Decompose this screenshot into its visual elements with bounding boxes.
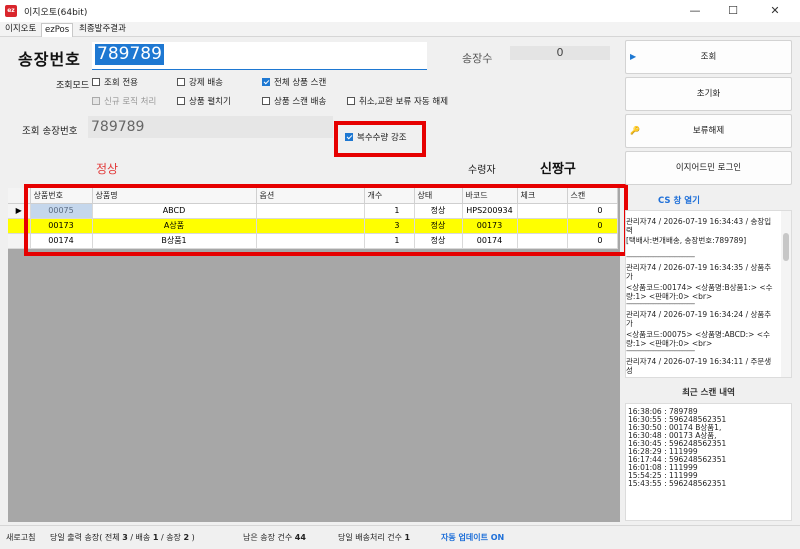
app-logo-icon: ez xyxy=(5,5,17,17)
invoice-number-input[interactable]: 789789 xyxy=(92,42,427,70)
log-scrollbar[interactable] xyxy=(781,211,791,377)
checkbox-box xyxy=(347,97,355,105)
title-bar: ez 이지오토(64bit) — ☐ ✕ xyxy=(0,0,800,22)
checkbox-box-checked xyxy=(262,78,270,86)
checkbox-product-scan-delivery[interactable]: 상품 스캔 배송 xyxy=(262,96,326,108)
receiver-label: 수령자 xyxy=(468,165,496,176)
recent-scans-list[interactable]: 16:38:06 : 789789 16:30:55 : 59624856235… xyxy=(625,403,792,521)
reset-button[interactable]: 초기화 xyxy=(625,77,792,111)
daily-output-summary: 당일 출력 송장( 전체 3 / 배송 1 / 송장 2 ) xyxy=(50,532,195,543)
log-line: 관리자74 / 2026-07-19 16:34:24 / 상품추가 xyxy=(626,310,772,328)
log-line: 관리자74 / 2026-07-19 16:34:11 / 주문생성 xyxy=(626,357,772,375)
release-hold-button[interactable]: 🔑 보류해제 xyxy=(625,114,792,148)
invoice-count-label: 송장수 xyxy=(462,52,493,65)
key-icon: 🔑 xyxy=(630,126,640,135)
log-separator: ---------------------------------------- xyxy=(626,346,695,355)
status-bar: 새로고침 당일 출력 송장( 전체 3 / 배송 1 / 송장 2 ) 남은 송… xyxy=(0,525,800,549)
refresh-link[interactable]: 새로고침 xyxy=(6,532,35,543)
daily-output-label: 당일 출력 송장( 전체 xyxy=(50,533,120,542)
remaining-label: 남은 송장 건수 xyxy=(243,533,293,542)
invoice-number-label: 송장번호 xyxy=(18,50,81,69)
checkbox-label: 신규 로직 처리 xyxy=(104,97,157,107)
tab-ezauto[interactable]: 이지오토 xyxy=(2,23,39,37)
checkbox-label: 상품 펼치기 xyxy=(189,97,231,107)
invoice-count: 2 xyxy=(183,533,190,542)
invoice-number-value: 789789 xyxy=(95,44,164,65)
checkbox-box xyxy=(262,97,270,105)
cs-window-link[interactable]: CS 창 열기 xyxy=(658,194,700,206)
remaining-invoices: 남은 송장 건수 44 xyxy=(243,532,306,543)
daily-delivery-processed: 당일 배송처리 건수 1 xyxy=(338,532,410,543)
button-label: 이지어드민 로그인 xyxy=(675,163,742,173)
delivery-count: 1 xyxy=(152,533,159,542)
lookup-invoice-value: 789789 xyxy=(88,116,333,138)
checkbox-label: 취소,교환 보류 자동 해제 xyxy=(359,97,449,107)
checkbox-box xyxy=(92,78,100,86)
button-label: 초기화 xyxy=(696,89,721,99)
button-label: 조회 xyxy=(700,52,717,62)
checkbox-lookup-only[interactable]: 조회 전용 xyxy=(92,77,138,89)
invoice-label: / 송장 xyxy=(160,533,181,542)
remaining-count: 44 xyxy=(294,533,306,542)
checkbox-box-checked xyxy=(345,133,353,141)
close-paren: ) xyxy=(191,533,195,542)
play-arrow-icon: ▶ xyxy=(630,52,637,61)
checkbox-label: 강제 배송 xyxy=(189,78,223,88)
checkbox-expand-products[interactable]: 상품 펼치기 xyxy=(177,96,231,108)
checkbox-label: 상품 스캔 배송 xyxy=(274,97,327,107)
tab-ezpos[interactable]: ezPos xyxy=(41,23,74,37)
tab-final-order-result[interactable]: 최종발주결과 xyxy=(76,23,129,37)
checkbox-auto-release-hold[interactable]: 취소,교환 보류 자동 해제 xyxy=(347,96,448,108)
order-status: 정상 xyxy=(96,162,119,176)
recent-scans-title: 최근 스캔 내역 xyxy=(682,388,735,398)
admin-login-button[interactable]: 이지어드민 로그인 xyxy=(625,151,792,185)
checkbox-box xyxy=(177,78,185,86)
daily-delivery-label: 당일 배송처리 건수 xyxy=(338,533,402,542)
lookup-mode-label: 조회모드 xyxy=(56,81,90,91)
delivery-label: / 배송 xyxy=(130,533,151,542)
checkbox-new-logic: 신규 로직 처리 xyxy=(92,96,156,108)
checkbox-label: 조회 전용 xyxy=(104,78,138,88)
checkbox-multi-qty-highlight[interactable]: 복수수량 강조 xyxy=(345,132,407,144)
close-button[interactable]: ✕ xyxy=(760,0,790,22)
checkbox-label: 복수수량 강조 xyxy=(357,133,407,143)
daily-output-total: 3 xyxy=(122,533,128,542)
scrollbar-thumb[interactable] xyxy=(783,233,789,261)
receiver-name: 신짱구 xyxy=(540,162,576,177)
log-line: 관리자74 / 2026-07-19 16:34:43 / 송장입력 xyxy=(626,217,772,235)
auto-update-status[interactable]: 자동 업데이트 ON xyxy=(441,532,504,543)
log-line: [택배사:변개배송, 송장번호:789789] xyxy=(626,236,747,245)
checkbox-box xyxy=(177,97,185,105)
log-line: 관리자74 / 2026-07-19 16:34:35 / 상품추가 xyxy=(626,263,772,281)
log-separator: ---------------------------------------- xyxy=(626,299,695,308)
log-separator: ---------------------------------------- xyxy=(626,252,695,261)
button-label: 보류해제 xyxy=(692,126,725,136)
list-item: 15:43:55 : 596248562351 xyxy=(628,479,727,488)
search-button[interactable]: ▶ 조회 xyxy=(625,40,792,74)
activity-log[interactable]: 관리자74 / 2026-07-19 16:34:43 / 송장입력 [택배사:… xyxy=(625,210,792,378)
minimize-button[interactable]: — xyxy=(680,0,710,22)
invoice-count-value: 0 xyxy=(510,46,610,60)
maximize-button[interactable]: ☐ xyxy=(718,0,748,22)
window-title: 이지오토(64bit) xyxy=(24,8,88,18)
checkbox-box-disabled xyxy=(92,97,100,105)
menu-bar: 이지오토 ezPos 최종발주결과 xyxy=(0,22,800,37)
checkbox-scan-all-products[interactable]: 전체 상품 스캔 xyxy=(262,77,326,89)
daily-delivery-count: 1 xyxy=(404,533,411,542)
grid-highlight-frame xyxy=(24,184,628,256)
checkbox-force-delivery[interactable]: 강제 배송 xyxy=(177,77,223,89)
lookup-invoice-label: 조회 송장번호 xyxy=(22,126,78,137)
checkbox-label: 전체 상품 스캔 xyxy=(274,78,327,88)
